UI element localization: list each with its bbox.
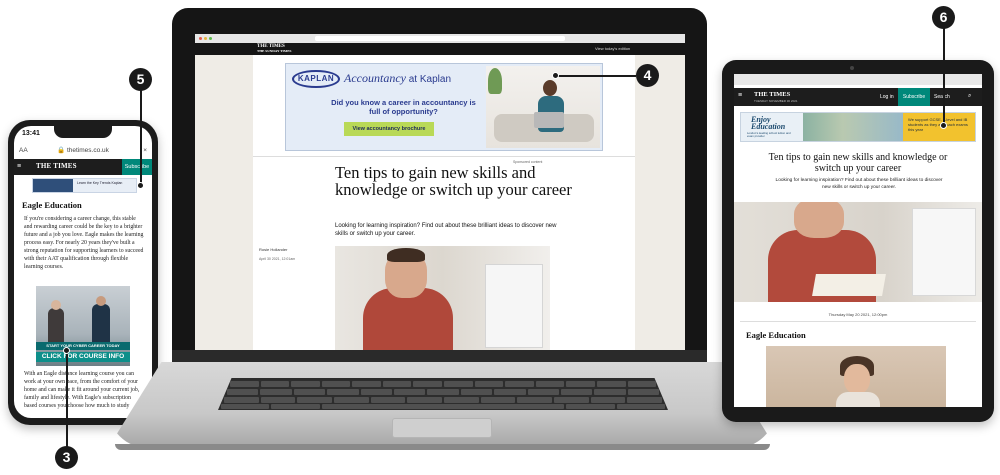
woman-head xyxy=(543,80,557,96)
phone-article-heading: Eagle Education xyxy=(22,200,82,210)
tablet-subscribe-button[interactable]: Subscribe xyxy=(898,88,930,106)
laptop-trackpad xyxy=(392,418,492,438)
phone-nav-bar: ≡ THE TIMES Subscribe xyxy=(14,159,152,175)
laptop-keyboard xyxy=(218,378,668,410)
phone-logo[interactable]: THE TIMES xyxy=(36,162,77,170)
callout-5-leader xyxy=(140,90,142,185)
article-title: Ten tips to gain new skills and knowledg… xyxy=(335,163,572,199)
kaplan-tagline: Accountancy at Kaplan xyxy=(344,71,451,86)
tablet-article-standfirst: Looking for learning inspiration? Find o… xyxy=(775,178,943,190)
laptop-illustration xyxy=(534,112,564,128)
callout-3-leader xyxy=(66,350,68,448)
key-row xyxy=(221,404,665,409)
article-standfirst: Looking for learning inspiration? Find o… xyxy=(335,223,557,237)
tablet-logo[interactable]: THE TIMES xyxy=(754,91,790,98)
phone-ad-banner[interactable]: Learn the Key Trends Kaplan xyxy=(32,178,137,193)
tablet-camera-icon xyxy=(850,66,854,70)
maximize-dot-icon[interactable] xyxy=(209,37,212,40)
phone-url-text: thetimes.co.uk xyxy=(66,147,109,154)
callout-6-badge: 6 xyxy=(932,6,955,29)
tablet-search-link[interactable]: Search xyxy=(934,94,950,100)
enjoy-education-subtitle: London's leading school tuition and exam… xyxy=(747,131,791,138)
laptop-logo-subtitle: THE SUNDAY TIMES xyxy=(257,49,292,53)
key-row xyxy=(230,381,657,387)
callout-5-badge: 5 xyxy=(129,68,152,91)
tablet-publish-date: Thursday May 20 2021, 12:00pm xyxy=(828,312,888,317)
phone-course-info-button[interactable]: CLICK FOR COURSE INFO xyxy=(36,352,130,362)
phone-ad-image xyxy=(33,179,73,192)
todays-edition-link[interactable]: View today's edition xyxy=(595,46,630,51)
callout-4-leader xyxy=(556,75,636,77)
right-gutter xyxy=(635,55,685,350)
tablet-section-heading: Eagle Education xyxy=(746,330,806,340)
close-dot-icon[interactable] xyxy=(199,37,202,40)
monitor-illustration xyxy=(485,264,543,348)
menu-icon[interactable]: ≡ xyxy=(738,92,742,99)
man-hair xyxy=(387,248,425,262)
tablet-login-link[interactable]: Log in xyxy=(880,94,894,100)
notepad-illustration xyxy=(812,274,886,296)
tablet-hero-photo xyxy=(734,202,982,302)
divider xyxy=(253,156,635,157)
tablet-logo-date: TUESDAY NOVEMBER 30 2021 xyxy=(754,99,798,103)
kaplan-ad-question: Did you know a career in accountancy is … xyxy=(331,98,476,116)
monitor-illustration xyxy=(912,208,976,296)
phone-image-band: START YOUR CYBER CAREER TODAY xyxy=(36,342,130,350)
menu-icon[interactable]: ≡ xyxy=(17,163,24,170)
callout-3-marker xyxy=(63,347,70,354)
person-head xyxy=(51,300,61,310)
lock-icon: 🔒 xyxy=(57,147,66,154)
search-icon[interactable]: ⌕ xyxy=(968,93,971,100)
key-row xyxy=(224,397,663,403)
tablet-student-photo xyxy=(766,346,946,407)
browser-chrome xyxy=(195,34,685,43)
person-head xyxy=(96,296,106,306)
plant-illustration xyxy=(488,68,502,94)
tablet-ad-photo xyxy=(803,113,903,141)
view-brochure-button[interactable]: View accountancy brochure xyxy=(344,122,434,136)
laptop-logo[interactable]: THE TIMES THE SUNDAY TIMES xyxy=(257,44,292,54)
phone-paragraph-2: With an Eagle distance learning course y… xyxy=(24,371,140,409)
kaplan-tagline-rest: at Kaplan xyxy=(405,74,452,85)
phone-status-time: 13:41 xyxy=(22,130,40,137)
phone-reader-aa[interactable]: AA xyxy=(19,145,28,157)
kaplan-tagline-script: Accountancy xyxy=(344,71,406,85)
divider xyxy=(740,321,976,322)
left-gutter xyxy=(195,55,253,350)
girl-head xyxy=(844,364,870,394)
phone-url-bar[interactable]: AA 🔒 thetimes.co.uk × xyxy=(14,145,152,157)
article-hero-photo xyxy=(335,246,550,350)
kaplan-ad-photo xyxy=(486,66,600,148)
phone-screen: 13:41 AA 🔒 thetimes.co.uk × ≡ THE TIMES … xyxy=(14,126,152,418)
callout-5-marker xyxy=(137,182,144,189)
callout-4-badge: 4 xyxy=(636,64,659,87)
girl-figure xyxy=(836,392,880,407)
laptop-front-edge xyxy=(115,444,770,450)
education-word: Education xyxy=(751,122,786,131)
close-icon[interactable]: × xyxy=(143,145,147,157)
phone-paragraph-1: If you're considering a career change, t… xyxy=(24,216,144,270)
phone-subscribe-button[interactable]: Subscribe xyxy=(122,159,152,175)
kaplan-logo: KAPLAN xyxy=(292,70,340,88)
callout-3-badge: 3 xyxy=(55,446,78,469)
publish-date: April 30 2021, 12:01am xyxy=(259,257,296,261)
laptop-screen: THE TIMES THE SUNDAY TIMES View today's … xyxy=(195,34,685,350)
callout-4-marker xyxy=(552,72,559,79)
laptop-top-bar: THE TIMES THE SUNDAY TIMES View today's … xyxy=(195,43,685,55)
tablet-ad-message: We support GCSE, A level and IB students… xyxy=(903,113,975,141)
phone-notch xyxy=(54,126,112,138)
callout-6-marker xyxy=(940,122,947,129)
tablet-article-title: Ten tips to gain new skills and knowledg… xyxy=(768,152,948,174)
key-row xyxy=(227,389,660,395)
laptop-hinge xyxy=(172,350,707,362)
minimize-dot-icon[interactable] xyxy=(204,37,207,40)
callout-6-leader xyxy=(943,28,945,126)
browser-url-bar[interactable] xyxy=(315,36,565,41)
enjoy-education-logo: Enjoy Education xyxy=(751,116,786,131)
author-name[interactable]: Rosie Hollander xyxy=(259,247,287,252)
man-head xyxy=(794,202,844,238)
phone-course-image[interactable]: START YOUR CYBER CAREER TODAY CLICK FOR … xyxy=(36,286,130,366)
phone-ad-text: Learn the Key Trends Kaplan xyxy=(77,181,123,185)
